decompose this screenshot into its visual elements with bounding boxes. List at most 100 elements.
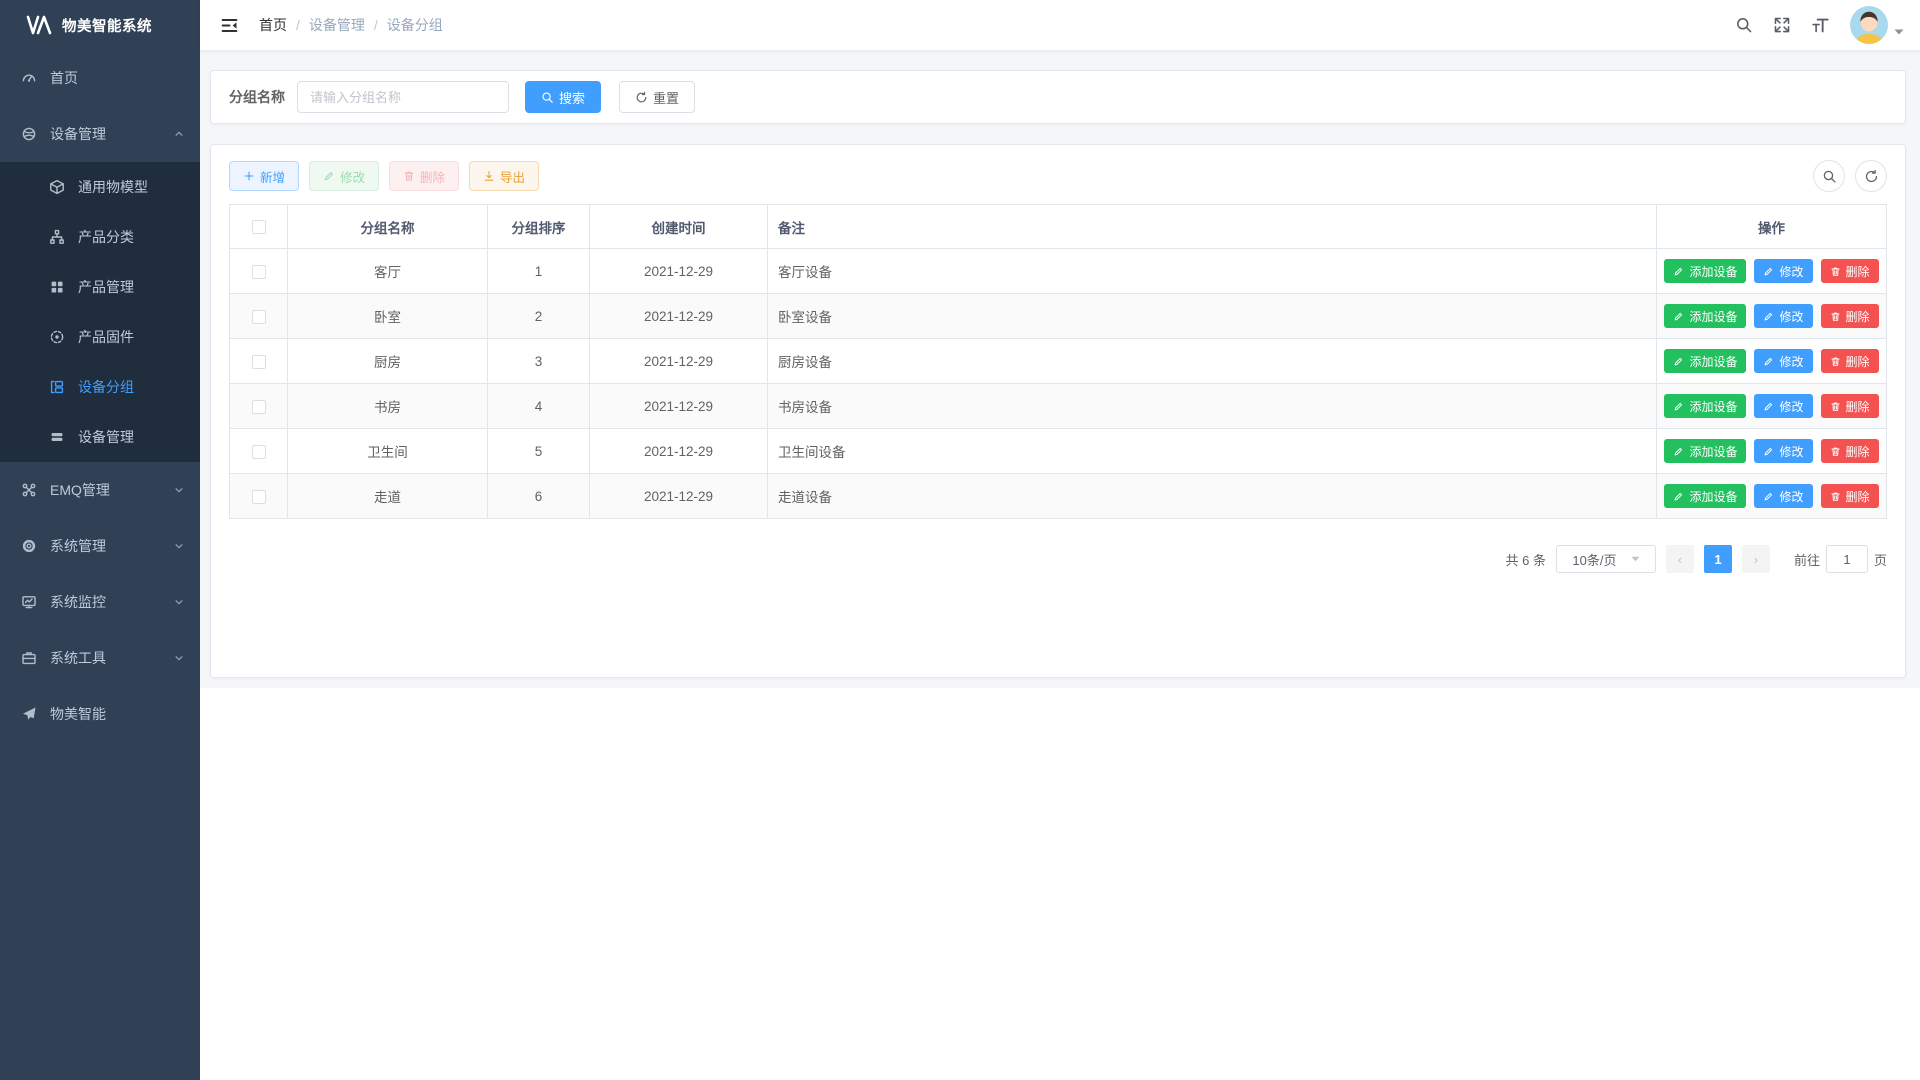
row-edit-button[interactable]: 修改 (1754, 484, 1812, 508)
toolbar-right (1813, 160, 1887, 192)
page-number-button[interactable]: 1 (1704, 545, 1732, 573)
sidebar-item-label: 通用物模型 (78, 177, 184, 197)
sidebar-item-label: EMQ管理 (50, 480, 174, 500)
row-edit-button[interactable]: 修改 (1754, 349, 1812, 373)
breadcrumb: 首页/设备管理/设备分组 (259, 15, 1735, 35)
page-content: 分组名称 搜索 重置 新增 (200, 50, 1920, 688)
row-edit-button[interactable]: 修改 (1754, 259, 1812, 283)
fullscreen-icon[interactable] (1773, 16, 1791, 34)
font-size-icon[interactable] (1811, 16, 1830, 35)
row-delete-button[interactable]: 删除 (1821, 439, 1879, 463)
add-device-button[interactable]: 添加设备 (1664, 394, 1746, 418)
prev-page-button[interactable]: ‹ (1666, 545, 1694, 573)
group-name-input[interactable] (297, 81, 509, 113)
column-header: 备注 (768, 205, 1657, 249)
refresh-icon (1864, 169, 1879, 184)
app-logo[interactable]: 物美智能系统 (0, 0, 200, 50)
group-name-cell: 走道 (288, 474, 488, 519)
trash-icon (1830, 356, 1841, 367)
chevron-down-icon (174, 485, 184, 495)
reset-button[interactable]: 重置 (619, 81, 695, 113)
row-checkbox-cell (230, 384, 288, 429)
header-search-icon[interactable] (1735, 16, 1753, 34)
pen-icon (1673, 311, 1684, 322)
user-menu[interactable] (1850, 6, 1904, 44)
goto-page-input[interactable] (1826, 545, 1868, 573)
row-checkbox[interactable] (252, 445, 266, 459)
cube-icon (49, 179, 65, 195)
row-edit-button[interactable]: 修改 (1754, 439, 1812, 463)
row-checkbox[interactable] (252, 265, 266, 279)
breadcrumb-item[interactable]: 首页 (259, 15, 287, 35)
sidebar-item-product-firmware[interactable]: 产品固件 (0, 312, 200, 362)
sidebar-item-device-list[interactable]: 设备管理 (0, 412, 200, 462)
sidebar-item-thing-model[interactable]: 通用物模型 (0, 162, 200, 212)
sidebar-item-label: 设备管理 (78, 427, 184, 447)
sidebar-item-system-tools[interactable]: 系统工具 (0, 630, 200, 686)
group-order-cell: 3 (488, 339, 590, 384)
pen-icon (1673, 446, 1684, 457)
row-checkbox[interactable] (252, 310, 266, 324)
add-device-button[interactable]: 添加设备 (1664, 304, 1746, 328)
sidebar-item-device-management[interactable]: 设备管理 (0, 106, 200, 162)
chevron-up-icon (174, 129, 184, 139)
sidebar-item-wumei-smart[interactable]: 物美智能 (0, 686, 200, 742)
actions-cell: 添加设备 修改 删除 (1657, 474, 1887, 519)
pen-icon (1673, 401, 1684, 412)
sidebar-item-label: 系统工具 (50, 648, 174, 668)
download-icon (483, 170, 495, 182)
delete-button[interactable]: 删除 (389, 161, 459, 191)
group-name-cell: 卫生间 (288, 429, 488, 474)
toolbox-icon (21, 650, 37, 666)
row-edit-button[interactable]: 修改 (1754, 304, 1812, 328)
avatar[interactable] (1850, 6, 1888, 44)
row-checkbox[interactable] (252, 400, 266, 414)
row-delete-button[interactable]: 删除 (1821, 349, 1879, 373)
sidebar-item-device-group[interactable]: 设备分组 (0, 362, 200, 412)
row-checkbox-cell (230, 294, 288, 339)
toggle-search-button[interactable] (1813, 160, 1845, 192)
submenu-device-management: 通用物模型 产品分类 产品管理 产品固件 设备分组 设备管理 (0, 162, 200, 462)
created-time-cell: 2021-12-29 (590, 294, 768, 339)
trash-icon (1830, 491, 1841, 502)
add-device-button[interactable]: 添加设备 (1664, 259, 1746, 283)
search-button[interactable]: 搜索 (525, 81, 601, 113)
page-size-select[interactable]: 10条/页 (1556, 545, 1656, 573)
row-checkbox[interactable] (252, 490, 266, 504)
row-delete-button[interactable]: 删除 (1821, 484, 1879, 508)
sidebar-item-emq-management[interactable]: EMQ管理 (0, 462, 200, 518)
table-row: 客厅 1 2021-12-29 客厅设备 添加设备 修改 删除 (230, 249, 1887, 294)
export-button[interactable]: 导出 (469, 161, 539, 191)
add-button[interactable]: 新增 (229, 161, 299, 191)
row-checkbox-cell (230, 429, 288, 474)
row-delete-button[interactable]: 删除 (1821, 304, 1879, 328)
remark-cell: 卧室设备 (768, 294, 1657, 339)
device-group-table: 分组名称分组排序创建时间备注操作 客厅 1 2021-12-29 客厅设备 添加… (229, 204, 1887, 519)
total-count: 共 6 条 (1506, 550, 1546, 569)
sidebar-item-system-monitor[interactable]: 系统监控 (0, 574, 200, 630)
chevron-down-icon (174, 541, 184, 551)
sidebar-item-home[interactable]: 首页 (0, 50, 200, 106)
row-edit-button[interactable]: 修改 (1754, 394, 1812, 418)
created-time-cell: 2021-12-29 (590, 474, 768, 519)
sidebar-fold-icon[interactable] (216, 12, 243, 39)
sidebar-item-label: 产品分类 (78, 227, 184, 247)
pen-icon (1673, 491, 1684, 502)
select-all-checkbox[interactable] (252, 220, 266, 234)
row-delete-button[interactable]: 删除 (1821, 259, 1879, 283)
add-device-button[interactable]: 添加设备 (1664, 484, 1746, 508)
firmware-icon (49, 329, 65, 345)
add-device-button[interactable]: 添加设备 (1664, 349, 1746, 373)
sidebar-item-product-category[interactable]: 产品分类 (0, 212, 200, 262)
sidebar-item-system-management[interactable]: 系统管理 (0, 518, 200, 574)
add-device-button[interactable]: 添加设备 (1664, 439, 1746, 463)
edit-button[interactable]: 修改 (309, 161, 379, 191)
row-checkbox[interactable] (252, 355, 266, 369)
group-name-cell: 卧室 (288, 294, 488, 339)
sidebar-item-product-management[interactable]: 产品管理 (0, 262, 200, 312)
pen-icon (1763, 491, 1774, 502)
refresh-table-button[interactable] (1855, 160, 1887, 192)
pen-icon (1763, 356, 1774, 367)
next-page-button[interactable]: › (1742, 545, 1770, 573)
row-delete-button[interactable]: 删除 (1821, 394, 1879, 418)
